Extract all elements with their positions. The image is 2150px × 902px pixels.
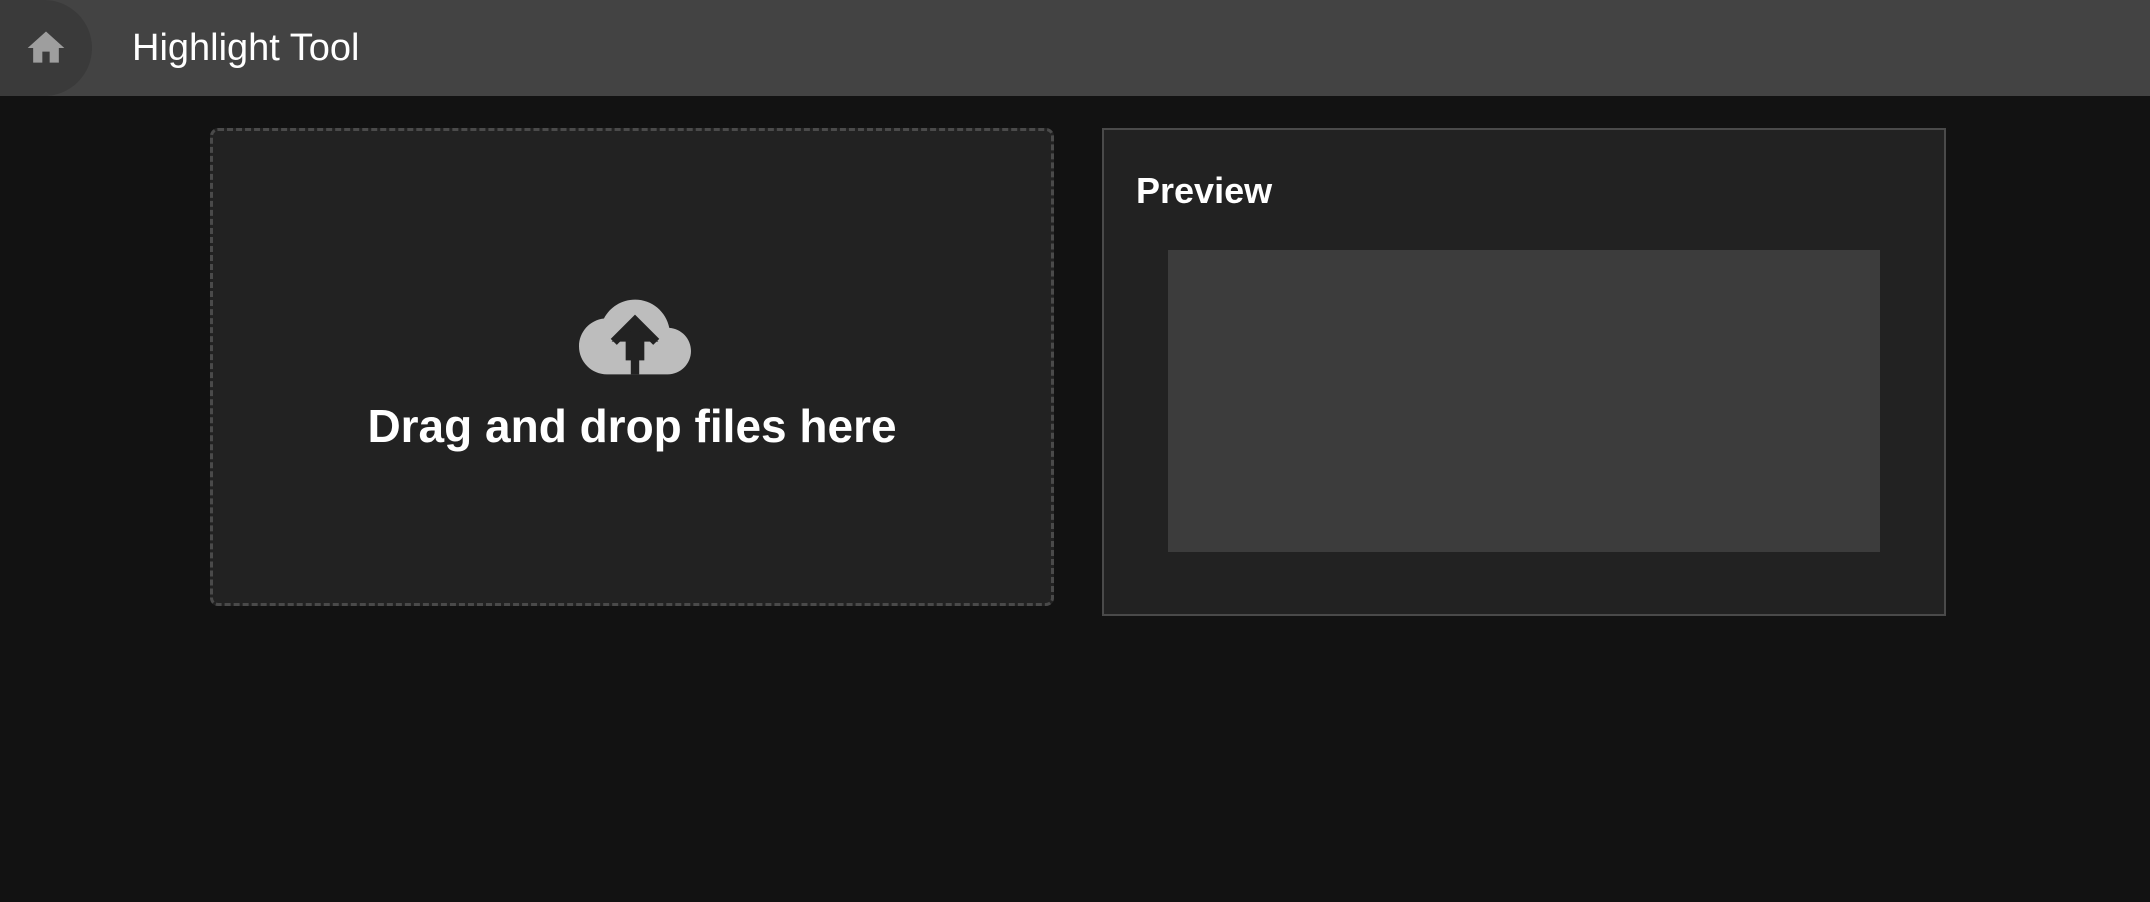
preview-panel: Preview bbox=[1102, 128, 1946, 616]
home-button[interactable] bbox=[0, 0, 92, 96]
preview-title: Preview bbox=[1136, 170, 1273, 211]
app-title: Highlight Tool bbox=[132, 27, 360, 69]
home-icon bbox=[24, 26, 68, 70]
dropzone-label: Drag and drop files here bbox=[367, 400, 897, 452]
cloud-upload-icon bbox=[579, 281, 691, 393]
file-dropzone[interactable]: Drag and drop files here bbox=[210, 128, 1054, 606]
preview-area bbox=[1168, 250, 1880, 552]
app-bar: Highlight Tool bbox=[0, 0, 2150, 96]
